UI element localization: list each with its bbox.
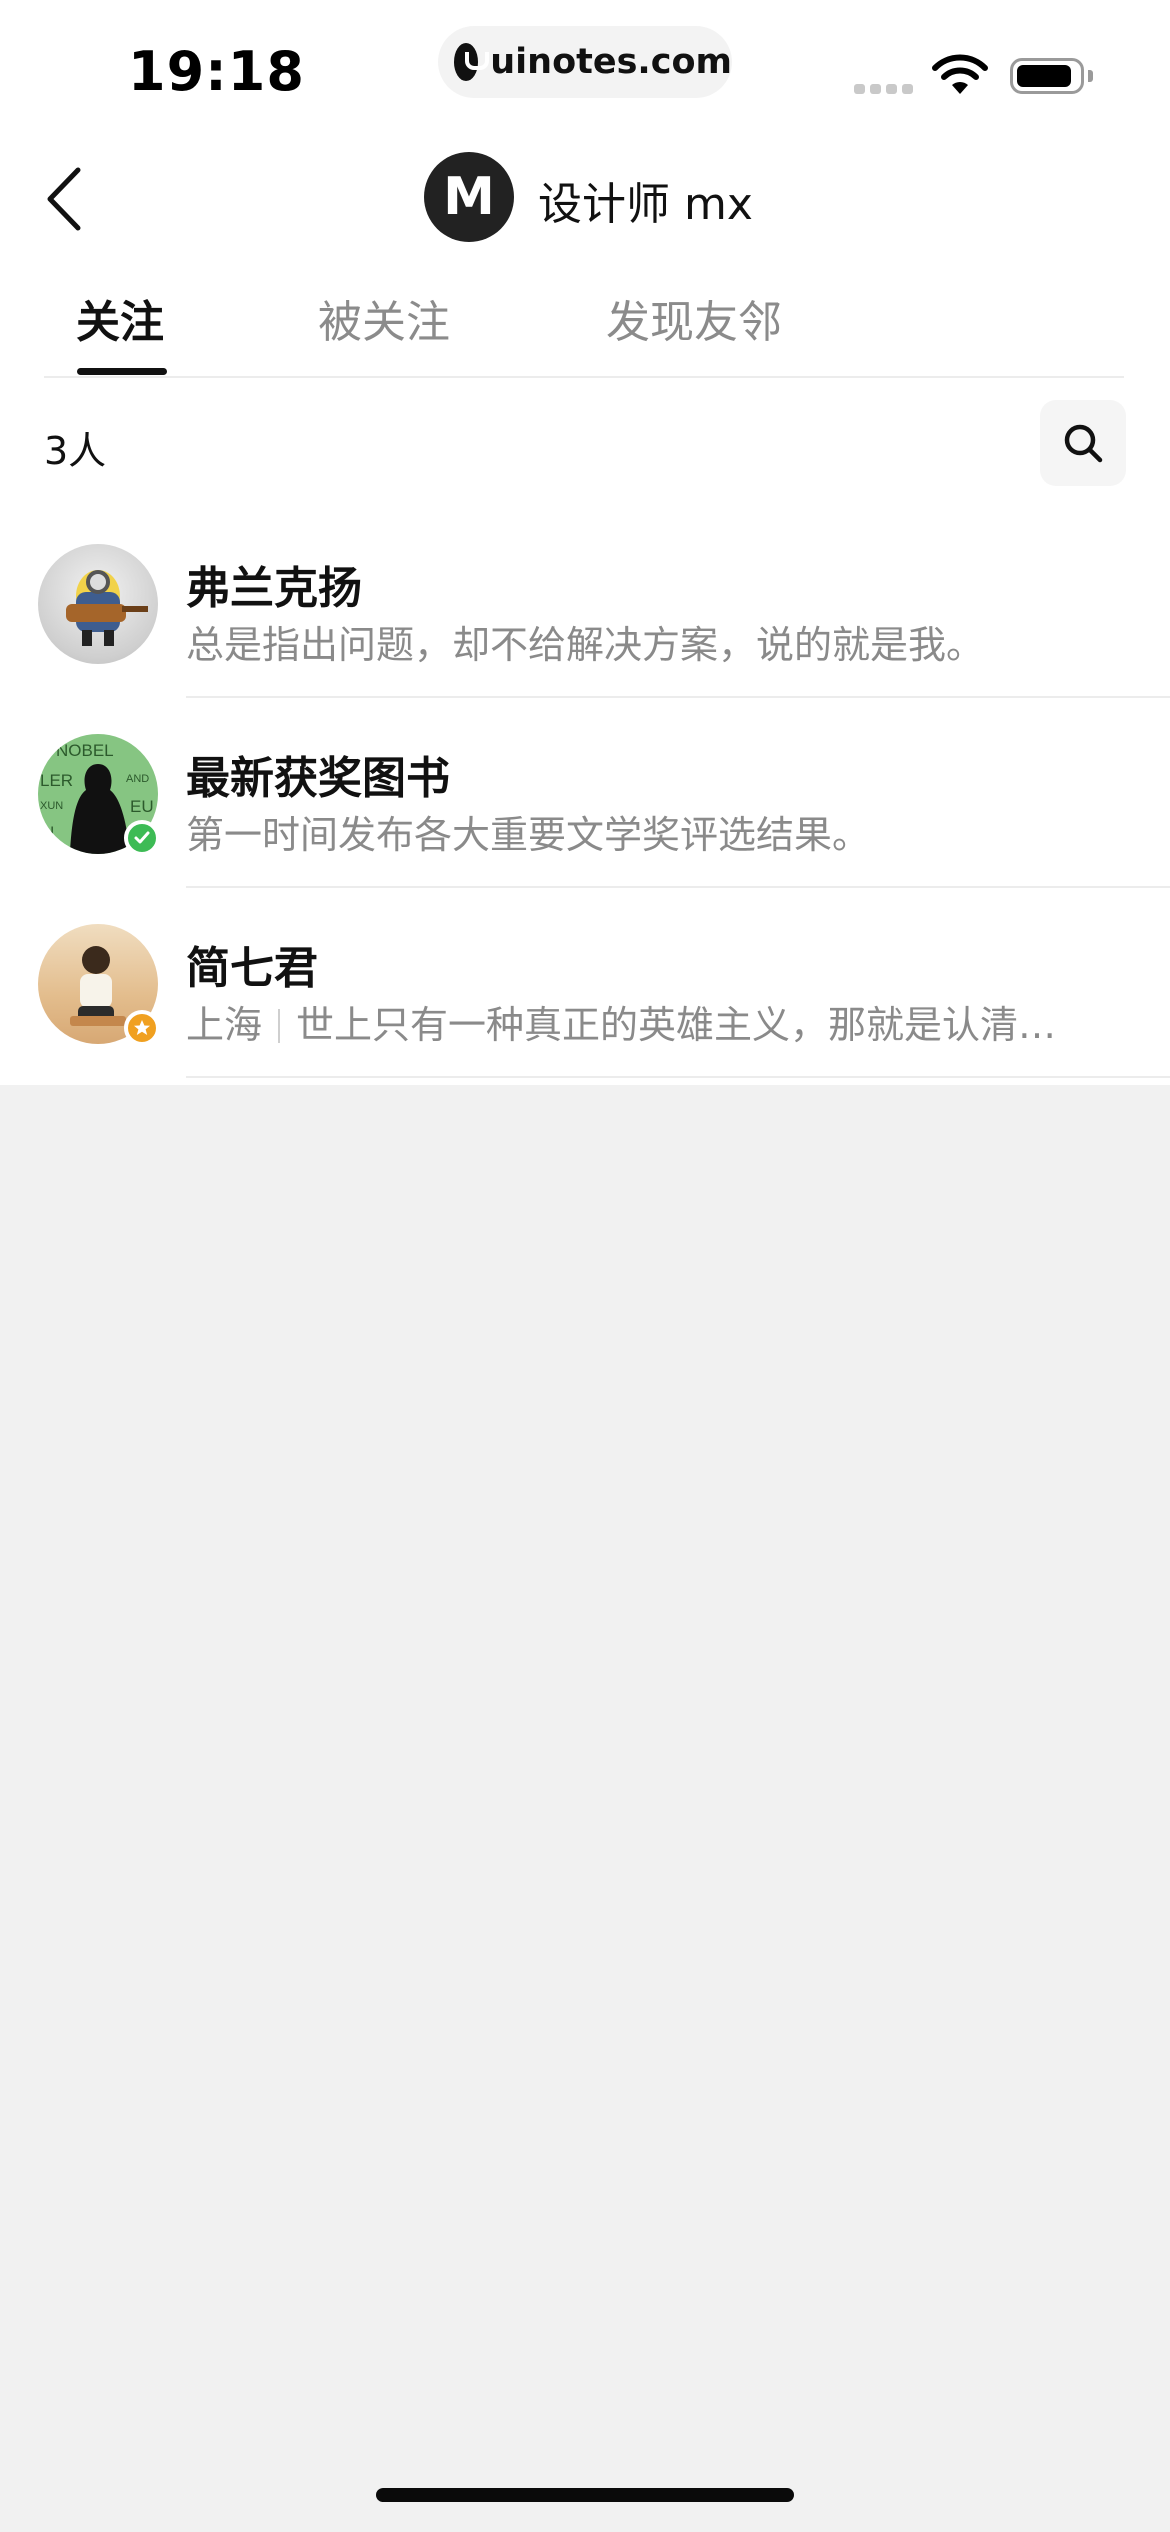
search-button[interactable] bbox=[1040, 400, 1126, 486]
page-title: 设计师 mx bbox=[538, 179, 753, 230]
avatar-word-nobel: NOBEL bbox=[56, 741, 114, 760]
chevron-left-icon[interactable] bbox=[44, 166, 86, 232]
list-item[interactable]: 简七君 上海 世上只有一种真正的英雄主义，那就是认清… bbox=[0, 888, 1170, 1078]
user-bio: 第一时间发布各大重要文学奖评选结果。 bbox=[186, 813, 871, 857]
tabs-divider bbox=[44, 376, 1124, 378]
check-icon bbox=[124, 820, 160, 856]
avatar-word-eu: EU bbox=[130, 797, 154, 816]
tab-discover[interactable]: 发现友邻 bbox=[606, 286, 782, 350]
user-name: 弗兰克扬 bbox=[186, 563, 362, 614]
avatar-word-xun: XUN bbox=[40, 800, 63, 812]
home-indicator[interactable] bbox=[376, 2488, 794, 2502]
minion-avatar-image bbox=[66, 570, 148, 646]
tab-following[interactable]: 关注 bbox=[76, 286, 164, 350]
header-avatar[interactable]: M bbox=[424, 152, 514, 242]
search-icon bbox=[1064, 424, 1103, 463]
user-bio: 上海 世上只有一种真正的英雄主义，那就是认清… bbox=[186, 994, 1056, 1049]
status-time: 19:18 bbox=[128, 40, 305, 103]
status-bar: 19:18 uinotes.com bbox=[0, 0, 1170, 130]
user-name: 简七君 bbox=[186, 943, 318, 994]
star-icon bbox=[124, 1010, 160, 1046]
avatar-word-ler: LER bbox=[40, 771, 73, 790]
meta-separator bbox=[278, 1009, 281, 1043]
url-text: uinotes.com bbox=[490, 42, 732, 82]
avatar[interactable] bbox=[38, 544, 158, 664]
list-item[interactable]: NOBEL LER AND XUN EU N 最新获奖图书 第一时间发布各大重要… bbox=[0, 698, 1170, 888]
url-pill[interactable]: uinotes.com bbox=[438, 26, 732, 98]
user-location: 上海 bbox=[186, 1003, 263, 1047]
user-bio: 总是指出问题，却不给解决方案，说的就是我。 bbox=[186, 623, 985, 667]
wifi-icon bbox=[932, 54, 988, 94]
tab-bar: 关注 被关注 发现友邻 bbox=[0, 286, 1170, 378]
avatar-word-n: N bbox=[42, 823, 54, 842]
list-item[interactable]: 弗兰克扬 总是指出问题，却不给解决方案，说的就是我。 bbox=[0, 508, 1170, 698]
following-count: 3人 bbox=[44, 429, 107, 473]
battery-nub bbox=[1088, 70, 1093, 82]
user-name: 最新获奖图书 bbox=[186, 753, 450, 804]
tab-followers[interactable]: 被关注 bbox=[318, 286, 450, 350]
site-logo-icon bbox=[454, 43, 490, 81]
cellular-signal-icon bbox=[854, 84, 913, 94]
content-sheet: 19:18 uinotes.com M 设计师 mx 关注 被关注 发现友邻 3… bbox=[0, 0, 1170, 1085]
avatar-word-and: AND bbox=[126, 773, 149, 785]
user-bio-text: 世上只有一种真正的英雄主义，那就是认清… bbox=[296, 1003, 1057, 1047]
active-tab-indicator bbox=[77, 368, 167, 375]
battery-icon bbox=[1010, 58, 1084, 94]
row-divider bbox=[186, 1076, 1170, 1078]
